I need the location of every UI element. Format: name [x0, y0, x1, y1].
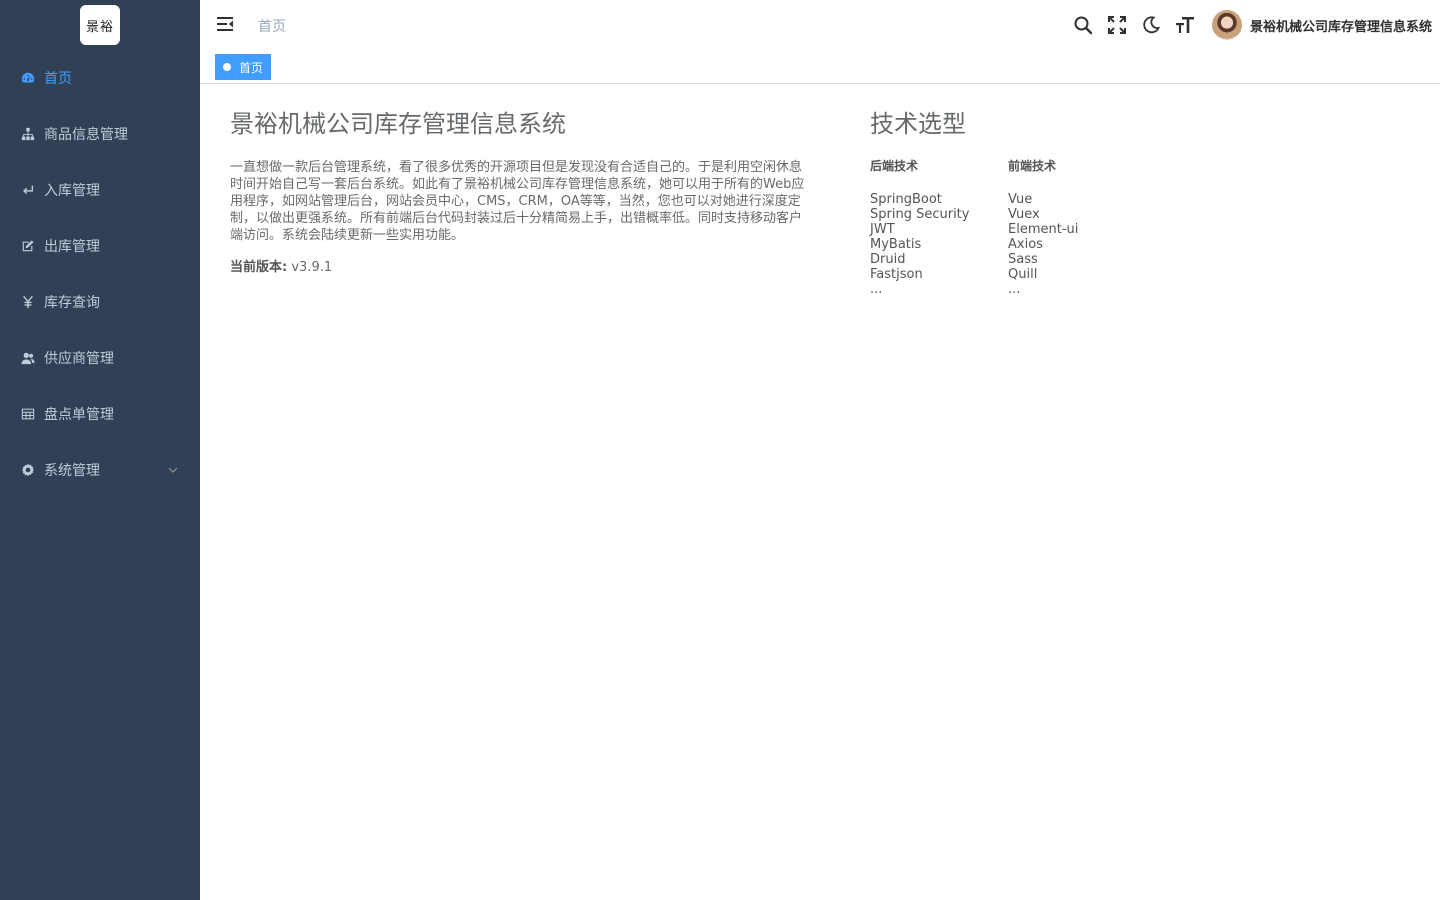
sidebar: 景裕 首页 商品信息管理 入库管理 出库管理 库存查询 供应商管理 盘点单管理 … [0, 0, 200, 900]
backend-list: SpringBoot Spring Security JWT MyBatis D… [870, 192, 1008, 297]
sidebar-item-label: 盘点单管理 [44, 407, 114, 423]
active-dot [223, 63, 231, 71]
list-item: Fastjson [870, 266, 923, 282]
main-content: 景裕机械公司库存管理信息系统 一直想做一款后台管理系统，看了很多优秀的开源项目但… [200, 84, 1440, 900]
intro-description: 一直想做一款后台管理系统，看了很多优秀的开源项目但是发现没有合适自己的。于是利用… [230, 159, 805, 243]
username[interactable]: 景裕机械公司库存管理信息系统 [1250, 16, 1432, 35]
return-icon [20, 182, 36, 198]
sidebar-item-stocktake[interactable]: 盘点单管理 [0, 386, 200, 442]
sidebar-item-label: 商品信息管理 [44, 127, 128, 143]
intro-section: 景裕机械公司库存管理信息系统 一直想做一款后台管理系统，看了很多优秀的开源项目但… [230, 110, 805, 275]
version-info: 当前版本: v3.9.1 [230, 256, 805, 275]
navbar: 首页 景裕机械公司库存管理信息系统 [200, 0, 1440, 50]
logo-container: 景裕 [0, 0, 200, 50]
gear-icon [20, 462, 36, 478]
table-icon [20, 406, 36, 422]
list-item: Vue [1008, 191, 1033, 207]
frontend-title: 前端技术 [1008, 158, 1057, 173]
backend-column: 后端技术 SpringBoot Spring Security JWT MyBa… [870, 157, 1008, 297]
sidebar-item-supplier[interactable]: 供应商管理 [0, 330, 200, 386]
sidebar-item-label: 库存查询 [44, 295, 100, 311]
tag-home[interactable]: 首页 [215, 54, 272, 80]
list-item: Vuex [1008, 206, 1040, 222]
list-item: JWT [870, 221, 895, 237]
list-item: ... [870, 281, 883, 297]
sidebar-item-outbound[interactable]: 出库管理 [0, 218, 200, 274]
tree-icon [20, 126, 36, 142]
sidebar-item-label: 出库管理 [44, 239, 100, 255]
chevron-down-icon [168, 467, 178, 473]
sidebar-item-inbound[interactable]: 入库管理 [0, 162, 200, 218]
list-item: ... [1008, 281, 1021, 297]
navbar-right: 景裕机械公司库存管理信息系统 [1066, 0, 1432, 50]
avatar[interactable] [1211, 10, 1242, 40]
sidebar-item-label: 首页 [44, 71, 72, 87]
hamburger-icon[interactable] [216, 15, 234, 33]
tech-columns: 后端技术 SpringBoot Spring Security JWT MyBa… [870, 157, 1290, 297]
tags-view: 首页 [200, 50, 1440, 84]
breadcrumb[interactable]: 首页 [258, 16, 286, 36]
list-item: MyBatis [870, 236, 922, 252]
version-label: 当前版本: [230, 259, 288, 275]
search-icon[interactable] [1072, 14, 1094, 36]
people-icon [20, 350, 36, 366]
sidebar-item-label: 入库管理 [44, 183, 100, 199]
tech-section: 技术选型 后端技术 SpringBoot Spring Security JWT… [870, 110, 1290, 297]
intro-title: 景裕机械公司库存管理信息系统 [230, 110, 566, 138]
tag-label: 首页 [239, 60, 264, 75]
yen-icon [20, 294, 36, 310]
sidebar-item-system[interactable]: 系统管理 [0, 442, 200, 498]
list-item: Element-ui [1008, 221, 1079, 237]
list-item: SpringBoot [870, 191, 942, 207]
sidebar-item-inventory[interactable]: 库存查询 [0, 274, 200, 330]
sidebar-item-label: 系统管理 [44, 463, 100, 479]
version-value: v3.9.1 [291, 259, 333, 275]
list-item: Druid [870, 251, 906, 267]
sidebar-item-label: 供应商管理 [44, 351, 114, 367]
list-item: Quill [1008, 266, 1038, 282]
dashboard-icon [20, 70, 36, 86]
sidebar-item-product-info[interactable]: 商品信息管理 [0, 106, 200, 162]
moon-icon[interactable] [1140, 14, 1162, 36]
sidebar-item-home[interactable]: 首页 [0, 50, 200, 106]
list-item: Sass [1008, 251, 1038, 267]
list-item: Axios [1008, 236, 1043, 252]
backend-title: 后端技术 [870, 158, 919, 173]
logo[interactable]: 景裕 [80, 5, 120, 45]
edit-icon [20, 238, 36, 254]
fullscreen-icon[interactable] [1106, 14, 1128, 36]
frontend-column: 前端技术 Vue Vuex Element-ui Axios Sass Quil… [1008, 157, 1146, 297]
tech-title: 技术选型 [870, 110, 966, 138]
list-item: Spring Security [870, 206, 970, 222]
font-size-icon[interactable] [1174, 14, 1196, 36]
frontend-list: Vue Vuex Element-ui Axios Sass Quill ... [1008, 192, 1146, 297]
sidebar-menu: 首页 商品信息管理 入库管理 出库管理 库存查询 供应商管理 盘点单管理 系统管… [0, 50, 200, 498]
